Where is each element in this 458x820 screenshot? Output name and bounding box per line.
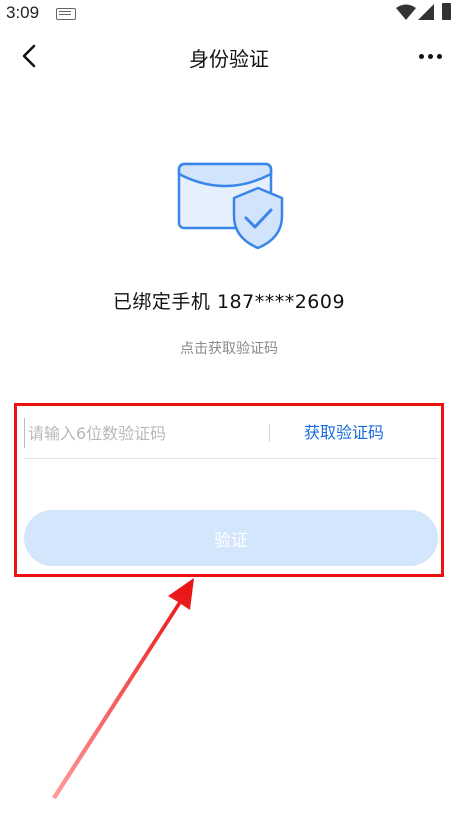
wifi-icon [396, 4, 416, 20]
more-icon[interactable] [414, 42, 446, 70]
status-bar: 3:09 [0, 0, 458, 26]
page-title: 身份验证 [189, 47, 269, 71]
keyboard-icon [56, 8, 76, 20]
status-time: 3:09 [6, 3, 40, 22]
envelope-shield-icon [177, 162, 284, 250]
header: 身份验证 [0, 30, 458, 82]
annotation-highlight-box [14, 403, 444, 577]
bound-phone-text: 已绑定手机 187****2609 [112, 291, 346, 313]
signal-icon [418, 4, 434, 20]
hint-text: 点击获取验证码 [180, 341, 278, 357]
battery-icon [442, 3, 451, 20]
